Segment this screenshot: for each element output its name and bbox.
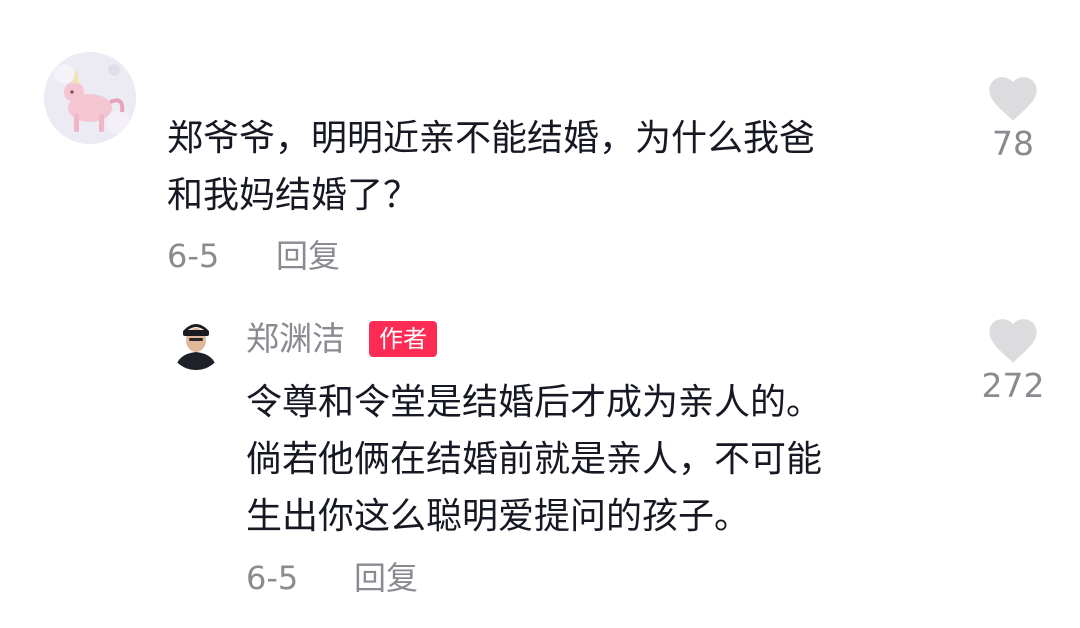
comment-date: 6-5 — [167, 237, 220, 275]
comment-text: 郑爷爷，明明近亲不能结婚，为什么我爸 和我妈结婚了？ — [167, 118, 816, 216]
unicorn-avatar-icon — [44, 52, 136, 144]
author-badge: 作者 — [369, 321, 437, 357]
reply-author-name[interactable]: 郑渊洁 — [246, 319, 345, 359]
reply-like-count: 272 — [981, 366, 1045, 405]
comment-like-group: 78 — [963, 70, 1063, 164]
commenter-avatar[interactable] — [44, 52, 136, 144]
reply-like-group: 272 — [963, 312, 1063, 406]
reply-date: 6-5 — [246, 559, 299, 597]
comment-like-count: 78 — [992, 124, 1034, 163]
heart-icon[interactable] — [984, 70, 1042, 122]
author-avatar[interactable] — [169, 316, 223, 370]
heart-icon[interactable] — [984, 312, 1042, 364]
reply-text: 令尊和令堂是结婚后才成为亲人的。 倘若他俩在结婚前就是亲人，不可能 生出你这么聪… — [246, 382, 823, 537]
reply-reply-button[interactable]: 回复 — [354, 558, 418, 598]
person-avatar-icon — [169, 316, 223, 370]
comment-reply-button[interactable]: 回复 — [276, 236, 340, 276]
